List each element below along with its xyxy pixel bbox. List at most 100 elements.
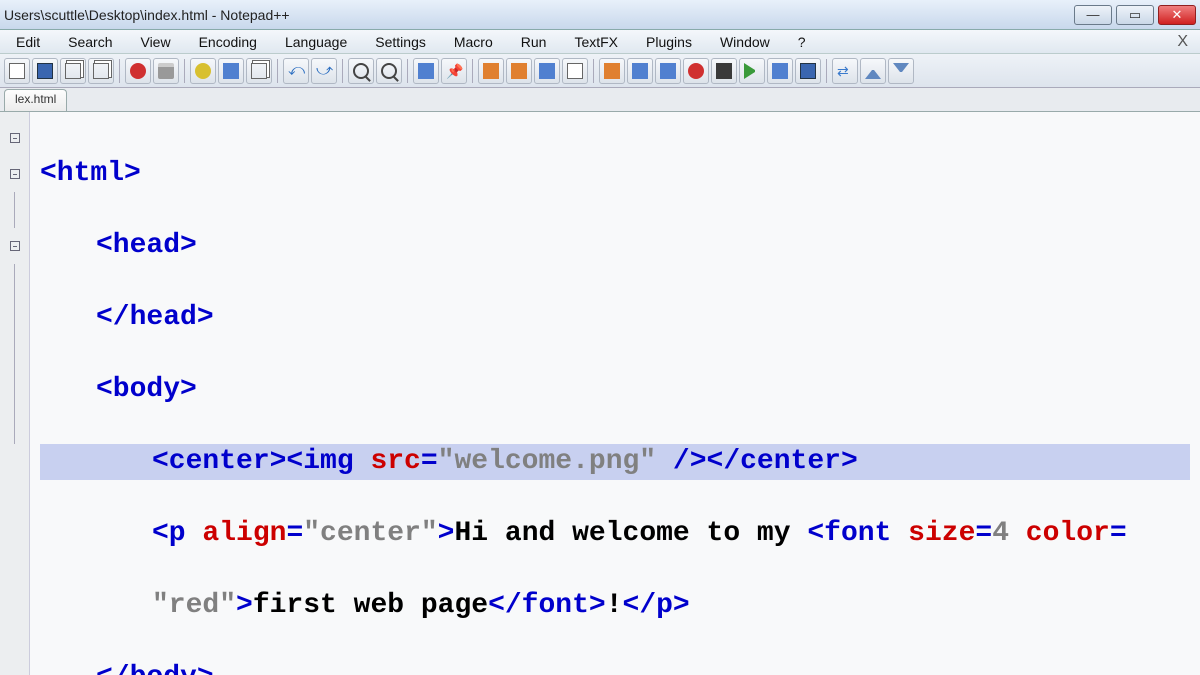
replace-icon: [381, 63, 397, 79]
print-button[interactable]: [153, 58, 179, 84]
close-button[interactable]: ✕: [1158, 5, 1196, 25]
fold-handle[interactable]: [0, 156, 29, 192]
fold-line-mark: [0, 192, 29, 228]
toolbar-button[interactable]: [860, 58, 886, 84]
save-icon: [37, 63, 53, 79]
fold-line-mark: [0, 264, 29, 300]
menu-help[interactable]: ?: [784, 32, 820, 52]
mdi-close-icon[interactable]: X: [1167, 33, 1198, 51]
toolbar-button[interactable]: 📌: [441, 58, 467, 84]
menu-plugins[interactable]: Plugins: [632, 32, 706, 52]
stop-button[interactable]: [711, 58, 737, 84]
menu-run[interactable]: Run: [507, 32, 561, 52]
tool-icon: [483, 63, 499, 79]
toolbar-separator: [184, 59, 185, 83]
fold-gutter: [0, 112, 30, 675]
find-button[interactable]: [348, 58, 374, 84]
save-button[interactable]: [32, 58, 58, 84]
fold-handle[interactable]: [0, 228, 29, 264]
toolbar-button[interactable]: [655, 58, 681, 84]
toolbar-button[interactable]: [767, 58, 793, 84]
minimize-button[interactable]: ―: [1074, 5, 1112, 25]
redo-icon: ⤻: [316, 63, 332, 79]
tool-icon: [195, 63, 211, 79]
tool-icon: [567, 63, 583, 79]
code-line-current: <center><img src="welcome.png" /></cente…: [40, 444, 1190, 480]
code-line: </body>: [40, 660, 1190, 675]
print-icon: [158, 63, 174, 79]
toolbar-separator: [342, 59, 343, 83]
paste-icon: [93, 63, 109, 79]
copy-icon: [65, 63, 81, 79]
tool-icon: [223, 63, 239, 79]
toolbar-button[interactable]: [246, 58, 272, 84]
tool-icon: [418, 63, 434, 79]
code-line: "red">first web page</font>!</p>: [40, 588, 1190, 624]
toolbar-button[interactable]: [534, 58, 560, 84]
tool-icon: [511, 63, 527, 79]
copy-button[interactable]: [60, 58, 86, 84]
title-bar: Users\scuttle\Desktop\index.html - Notep…: [0, 0, 1200, 30]
tab-label: lex.html: [15, 92, 56, 106]
cut-icon: [130, 63, 146, 79]
menu-encoding[interactable]: Encoding: [185, 32, 271, 52]
menu-search[interactable]: Search: [54, 32, 126, 52]
menu-settings[interactable]: Settings: [361, 32, 440, 52]
record-button[interactable]: [683, 58, 709, 84]
toolbar-button[interactable]: [413, 58, 439, 84]
play-button[interactable]: [739, 58, 765, 84]
undo-button[interactable]: ⤺: [283, 58, 309, 84]
code-line: <head>: [40, 228, 1190, 264]
tool-icon: [539, 63, 555, 79]
code-editor[interactable]: <html> <head> </head> <body> <center><im…: [30, 112, 1200, 675]
find-icon: [353, 63, 369, 79]
menu-view[interactable]: View: [126, 32, 184, 52]
tab-active[interactable]: lex.html: [4, 89, 67, 111]
fold-line-mark: [0, 408, 29, 444]
toolbar-button[interactable]: [478, 58, 504, 84]
window-title: Users\scuttle\Desktop\index.html - Notep…: [4, 7, 1074, 23]
up-icon: [865, 63, 881, 79]
toolbar-button[interactable]: [190, 58, 216, 84]
toolbar-button[interactable]: [218, 58, 244, 84]
maximize-button[interactable]: ▭: [1116, 5, 1154, 25]
toolbar-button[interactable]: ⇄: [832, 58, 858, 84]
toolbar-button[interactable]: [795, 58, 821, 84]
menu-edit[interactable]: Edit: [2, 32, 54, 52]
paste-button[interactable]: [88, 58, 114, 84]
pin-icon: 📌: [446, 63, 462, 79]
toolbar-button[interactable]: [506, 58, 532, 84]
new-file-button[interactable]: [4, 58, 30, 84]
toolbar-button[interactable]: [627, 58, 653, 84]
record-icon: [688, 63, 704, 79]
tool-icon: [800, 63, 816, 79]
tool-icon: [772, 63, 788, 79]
fold-line-mark: [0, 300, 29, 336]
tab-bar: lex.html: [0, 88, 1200, 112]
fold-handle[interactable]: [0, 120, 29, 156]
code-line: <p align="center">Hi and welcome to my <…: [40, 516, 1190, 552]
stop-icon: [716, 63, 732, 79]
toolbar-separator: [277, 59, 278, 83]
replace-button[interactable]: [376, 58, 402, 84]
menu-macro[interactable]: Macro: [440, 32, 507, 52]
toolbar-button[interactable]: [562, 58, 588, 84]
cut-button[interactable]: [125, 58, 151, 84]
undo-icon: ⤺: [288, 63, 304, 79]
menu-language[interactable]: Language: [271, 32, 361, 52]
toolbar-button[interactable]: [888, 58, 914, 84]
swap-icon: ⇄: [837, 63, 853, 79]
toolbar-separator: [593, 59, 594, 83]
code-line: </head>: [40, 300, 1190, 336]
toolbar: ⤺ ⤻ 📌 ⇄: [0, 54, 1200, 88]
toolbar-separator: [119, 59, 120, 83]
code-line: <body>: [40, 372, 1190, 408]
menu-window[interactable]: Window: [706, 32, 784, 52]
redo-button[interactable]: ⤻: [311, 58, 337, 84]
tool-icon: [632, 63, 648, 79]
toolbar-button[interactable]: [599, 58, 625, 84]
menu-textfx[interactable]: TextFX: [560, 32, 632, 52]
menu-bar: Edit Search View Encoding Language Setti…: [0, 30, 1200, 54]
fold-line-mark: [0, 372, 29, 408]
fold-line-mark: [0, 336, 29, 372]
